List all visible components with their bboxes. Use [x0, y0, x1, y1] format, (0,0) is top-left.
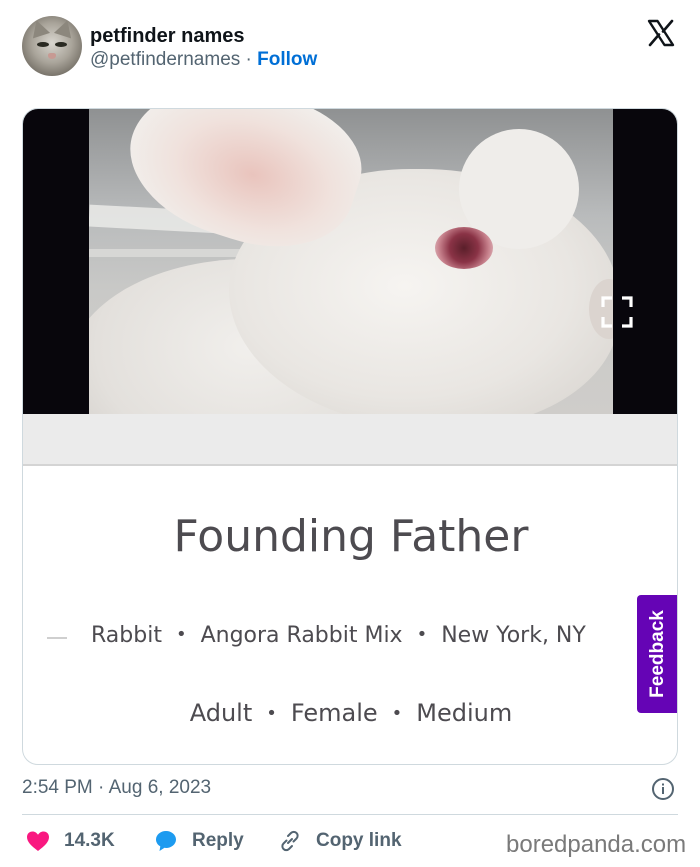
- link-icon: [281, 830, 299, 852]
- avatar[interactable]: [22, 16, 82, 76]
- pet-species: Rabbit: [91, 623, 162, 648]
- x-logo-icon[interactable]: [646, 18, 676, 48]
- bullet: •: [266, 703, 277, 724]
- pet-details-row: Rabbit • Angora Rabbit Mix • New York, NY: [91, 623, 586, 648]
- pet-age: Adult: [189, 699, 253, 727]
- photo-strip: [23, 414, 677, 466]
- divider-dash: [47, 637, 67, 639]
- pet-name: Founding Father: [173, 511, 529, 562]
- rabbit-photo: [23, 109, 677, 414]
- bullet: •: [391, 703, 403, 724]
- pet-sex: Female: [290, 699, 378, 727]
- avatar-ear: [53, 17, 77, 39]
- author-handle[interactable]: @petfindernames: [90, 49, 240, 70]
- divider: [22, 814, 678, 815]
- feedback-tab[interactable]: Feedback: [637, 595, 677, 713]
- bullet: •: [175, 624, 187, 645]
- pet-location: New York, NY: [441, 623, 586, 648]
- like-button[interactable]: 14.3K: [26, 826, 115, 856]
- heart-icon: [27, 831, 49, 851]
- avatar-nose: [48, 53, 56, 59]
- reply-bubble-icon: [156, 831, 176, 851]
- pet-attributes-row: Adult • Female • Medium: [23, 699, 677, 727]
- photo-background: [89, 109, 613, 414]
- copy-link-label: Copy link: [316, 830, 402, 851]
- tweet-header: petfinder names @petfindernames · Follow: [22, 16, 682, 78]
- timestamp-separator: ·: [98, 777, 105, 798]
- avatar-ear: [27, 17, 51, 39]
- tweet-date: Aug 6, 2023: [108, 777, 212, 798]
- handle-separator: ·: [245, 49, 252, 70]
- embedded-media-card[interactable]: Founding Father Rabbit • Angora Rabbit Mix…: [22, 108, 678, 765]
- follow-button[interactable]: Follow: [257, 49, 317, 70]
- watermark: boredpanda.com: [506, 831, 687, 858]
- reply-label: Reply: [192, 830, 244, 851]
- feedback-label: Feedback: [647, 610, 668, 698]
- author-name[interactable]: petfinder names: [90, 25, 244, 48]
- pet-size: Medium: [416, 699, 513, 727]
- expand-icon[interactable]: [600, 295, 634, 329]
- bullet: •: [416, 624, 428, 645]
- avatar-eye: [37, 42, 49, 47]
- pet-breed: Angora Rabbit Mix: [200, 623, 403, 648]
- info-icon[interactable]: [651, 777, 675, 801]
- reply-button[interactable]: Reply: [154, 826, 244, 856]
- like-count: 14.3K: [64, 830, 115, 851]
- rabbit-eye: [435, 227, 493, 269]
- copy-link-button[interactable]: Copy link: [278, 826, 402, 856]
- tweet-time: 2:54 PM: [22, 777, 93, 798]
- tweet-timestamp[interactable]: 2:54 PM · Aug 6, 2023: [22, 777, 211, 799]
- author-handle-line: @petfindernames · Follow: [90, 49, 317, 71]
- avatar-eye: [55, 42, 67, 47]
